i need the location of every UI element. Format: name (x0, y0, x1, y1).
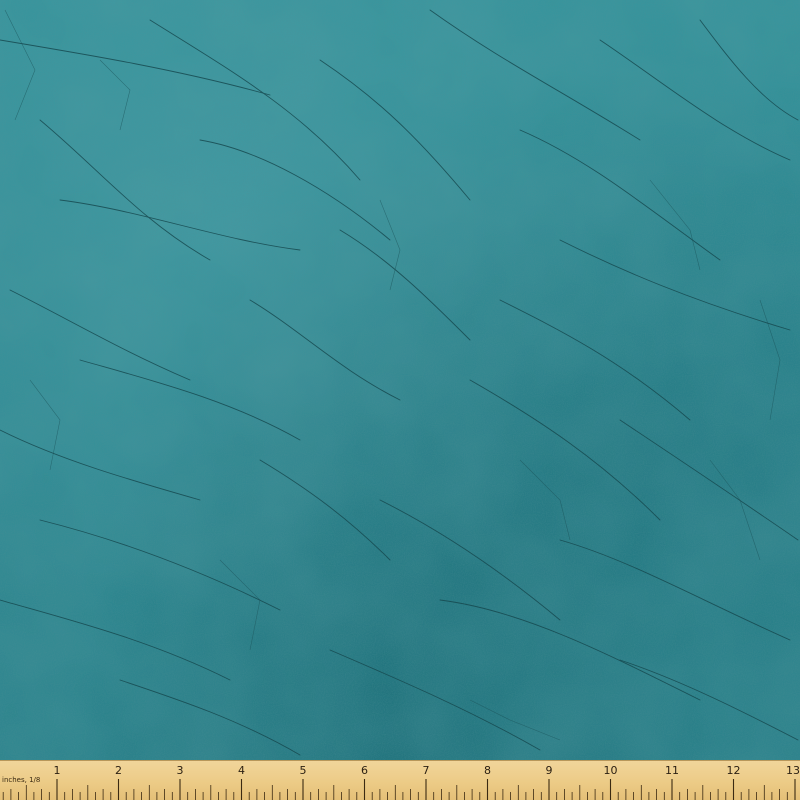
ruler-number: 4 (238, 764, 245, 777)
ruler-number: 8 (484, 764, 491, 777)
product-photo: inches, 1/8 1 2 3 4 5 6 7 8 9 10 11 12 13 (0, 0, 800, 800)
crease-texture (0, 0, 800, 760)
ruler-number: 6 (361, 764, 368, 777)
teal-leather-texture-fabric (0, 0, 800, 760)
ruler-number: 12 (726, 764, 741, 777)
ruler-number: 7 (422, 764, 430, 777)
ruler-number: 1 (53, 764, 61, 777)
ruler-number: 5 (299, 764, 307, 777)
ruler-number: 13 (786, 764, 800, 777)
ruler-number: 9 (545, 764, 553, 777)
ruler-number: 11 (665, 764, 679, 777)
ruler-number: 10 (603, 764, 618, 777)
ruler-number: 3 (176, 764, 184, 777)
ruler-unit-label: inches, 1/8 (2, 776, 41, 784)
ruler-number: 2 (115, 764, 122, 777)
measuring-ruler: inches, 1/8 1 2 3 4 5 6 7 8 9 10 11 12 13 (0, 760, 800, 800)
